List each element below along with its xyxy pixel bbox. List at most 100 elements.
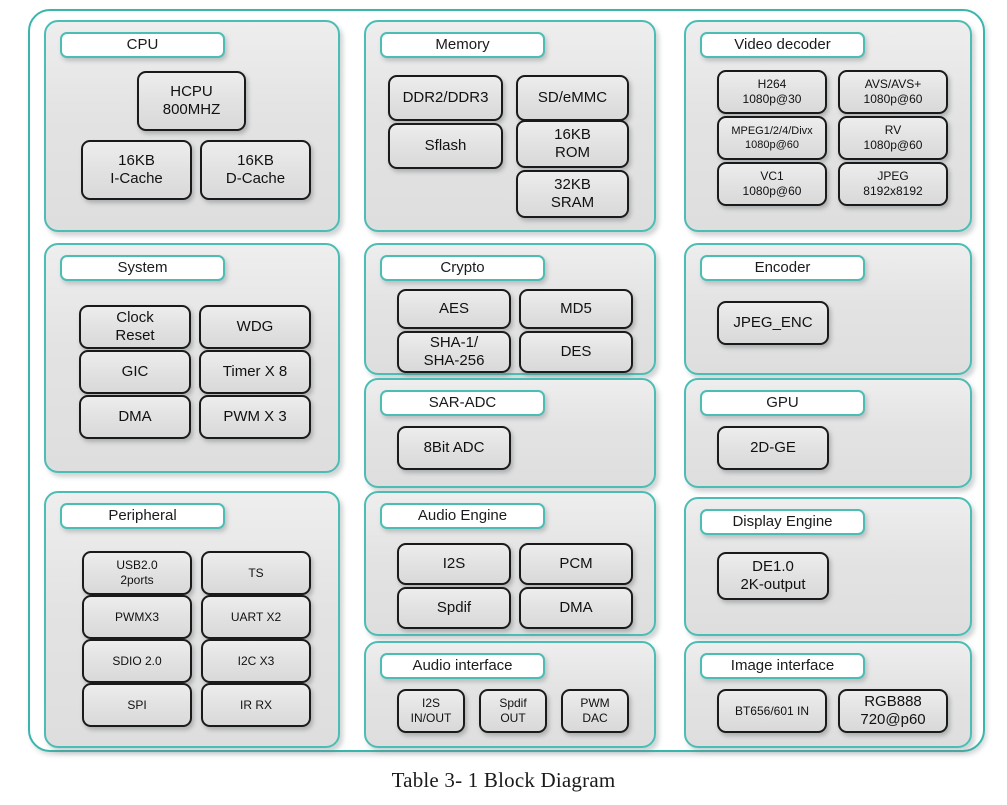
block-hcpu: HCPU 800MHZ xyxy=(137,71,246,131)
block-label: JPEG xyxy=(877,169,909,183)
block-label: 800MHZ xyxy=(162,101,221,118)
block-label: RGB888 xyxy=(864,693,922,710)
block-vc1: VC1 1080p@60 xyxy=(717,162,827,206)
figure-caption: Table 3- 1 Block Diagram xyxy=(391,768,616,792)
block-pwmx3: PWMX3 xyxy=(82,595,192,639)
group-system: System Clock Reset WDG GIC Timer X 8 DMA PWM X … xyxy=(44,243,340,473)
block-mpeg: MPEG1/2/4/Divx 1080p@60 xyxy=(717,116,827,160)
group-audio-interface: Audio interface I2S IN/OUT Spdif OUT PWM DAC xyxy=(364,641,656,748)
block-label: IR RX xyxy=(239,697,272,712)
group-blocks-audio-interface: I2S IN/OUT Spdif OUT PWM DAC xyxy=(366,643,654,746)
block-sd-emmc: SD/eMMC xyxy=(516,75,629,121)
block-label: I2S xyxy=(421,696,440,710)
block-dma-sys: DMA xyxy=(79,395,191,439)
block-gic: GIC xyxy=(79,350,191,394)
block-label: PWM X 3 xyxy=(223,408,287,425)
block-label: D-Cache xyxy=(225,170,286,187)
block-i2s: I2S xyxy=(397,543,511,585)
block-label: I2C X3 xyxy=(237,653,275,668)
block-pwm-dac: PWM DAC xyxy=(561,689,629,733)
block-label: H264 xyxy=(757,77,787,91)
block-label: SD/eMMC xyxy=(537,89,608,106)
block-label: TS xyxy=(248,565,264,580)
group-blocks-cpu: HCPU 800MHZ 16KB I-Cache 16KB D-Cache xyxy=(46,22,338,230)
group-image-interface: Image interface BT656/601 IN RGB888 720@p60 xyxy=(684,641,972,748)
block-label: UART X2 xyxy=(230,609,282,624)
block-label: IN/OUT xyxy=(410,711,452,725)
group-blocks-display-engine: DE1.0 2K-output xyxy=(686,499,970,634)
block-label: 32KB xyxy=(554,176,591,193)
block-d-cache: 16KB D-Cache xyxy=(200,140,311,200)
block-label: 1080p@30 xyxy=(742,92,802,106)
group-video-decoder: Video decoder H264 1080p@30 AVS/AVS+ 1080p@6… xyxy=(684,20,972,232)
block-label: PWM xyxy=(580,696,610,710)
block-de10: DE1.0 2K-output xyxy=(717,552,829,600)
block-label: MD5 xyxy=(560,300,592,317)
block-label: DMA xyxy=(559,599,593,616)
block-rv: RV 1080p@60 xyxy=(838,116,948,160)
block-label: MPEG1/2/4/Divx xyxy=(731,125,813,137)
group-blocks-memory: DDR2/DDR3 SD/eMMC Sflash 16KB ROM 32KB SRAM xyxy=(366,22,654,230)
block-label: VC1 xyxy=(760,169,784,183)
block-spdif-out: Spdif OUT xyxy=(479,689,547,733)
block-i2s-inout: I2S IN/OUT xyxy=(397,689,465,733)
group-peripheral: Peripheral USB2.0 2ports TS PWMX3 UART X2 SDIO… xyxy=(44,491,340,748)
group-blocks-image-interface: BT656/601 IN RGB888 720@p60 xyxy=(686,643,970,746)
block-des: DES xyxy=(519,331,633,373)
block-label: DE1.0 xyxy=(752,558,794,575)
block-label: I-Cache xyxy=(110,170,163,187)
block-label: PWMX3 xyxy=(114,609,159,624)
group-sar-adc: SAR-ADC 8Bit ADC xyxy=(364,378,656,488)
block-timer: Timer X 8 xyxy=(199,350,311,394)
block-label: AVS/AVS+ xyxy=(864,77,922,91)
block-ddr: DDR2/DDR3 xyxy=(388,75,503,121)
block-bt656: BT656/601 IN xyxy=(717,689,827,733)
group-blocks-crypto: AES MD5 SHA-1/SHA-256 DES xyxy=(366,245,654,373)
block-label: 8Bit ADC xyxy=(423,439,485,456)
block-label: GIC xyxy=(121,363,149,380)
block-label: SDIO 2.0 xyxy=(112,653,162,668)
block-ir-rx: IR RX xyxy=(201,683,311,727)
block-label: JPEG_ENC xyxy=(733,314,813,331)
block-pcm: PCM xyxy=(519,543,633,585)
group-cpu: CPU HCPU 800MHZ 16KB I-Cache 16KB D-Cache xyxy=(44,20,340,232)
block-jpeg-enc: JPEG_ENC xyxy=(717,301,829,345)
block-8bit-adc: 8Bit ADC xyxy=(397,426,511,470)
group-gpu: GPU 2D-GE xyxy=(684,378,972,488)
block-label: 16KB xyxy=(554,126,591,143)
block-uart: UART X2 xyxy=(201,595,311,639)
block-label: Clock xyxy=(116,309,154,326)
block-dma-audio: DMA xyxy=(519,587,633,629)
group-blocks-system: Clock Reset WDG GIC Timer X 8 DMA PWM X 3 xyxy=(46,245,338,471)
block-label: 720@p60 xyxy=(860,711,926,728)
block-label: AES xyxy=(438,300,469,317)
block-spi: SPI xyxy=(82,683,192,727)
block-label: 1080p@60 xyxy=(742,184,802,198)
group-memory: Memory DDR2/DDR3 SD/eMMC Sflash 16KB ROM 32KB S… xyxy=(364,20,656,232)
group-blocks-sar-adc: 8Bit ADC xyxy=(366,380,654,486)
block-label: DES xyxy=(560,343,592,360)
block-rgb888: RGB888 720@p60 xyxy=(838,689,948,733)
block-label: WDG xyxy=(236,318,274,335)
block-avs: AVS/AVS+ 1080p@60 xyxy=(838,70,948,114)
block-label: 2K-output xyxy=(740,576,806,593)
block-h264: H264 1080p@30 xyxy=(717,70,827,114)
group-audio-engine: Audio Engine I2S PCM Spdif DMA xyxy=(364,491,656,636)
block-rom: 16KB ROM xyxy=(516,120,629,168)
block-label: 2ports xyxy=(120,573,154,587)
block-2d-ge: 2D-GE xyxy=(717,426,829,470)
block-diagram-grid: CPU HCPU 800MHZ 16KB I-Cache 16KB D-Cache Memor… xyxy=(44,20,972,748)
block-label: I2S xyxy=(442,555,466,572)
block-label: 8192x8192 xyxy=(863,184,923,198)
group-blocks-video-decoder: H264 1080p@30 AVS/AVS+ 1080p@60 MPEG1/2/4/Di… xyxy=(686,22,970,230)
block-label: Spdif xyxy=(499,696,527,710)
block-i2c: I2C X3 xyxy=(201,639,311,683)
block-md5: MD5 xyxy=(519,289,633,329)
block-label: ROM xyxy=(555,144,590,161)
block-wdg: WDG xyxy=(199,305,311,349)
block-label: DMA xyxy=(118,408,152,425)
block-sdio: SDIO 2.0 xyxy=(82,639,192,683)
block-label: BT656/601 IN xyxy=(734,703,810,718)
block-ts: TS xyxy=(201,551,311,595)
group-encoder: Encoder JPEG_ENC xyxy=(684,243,972,375)
